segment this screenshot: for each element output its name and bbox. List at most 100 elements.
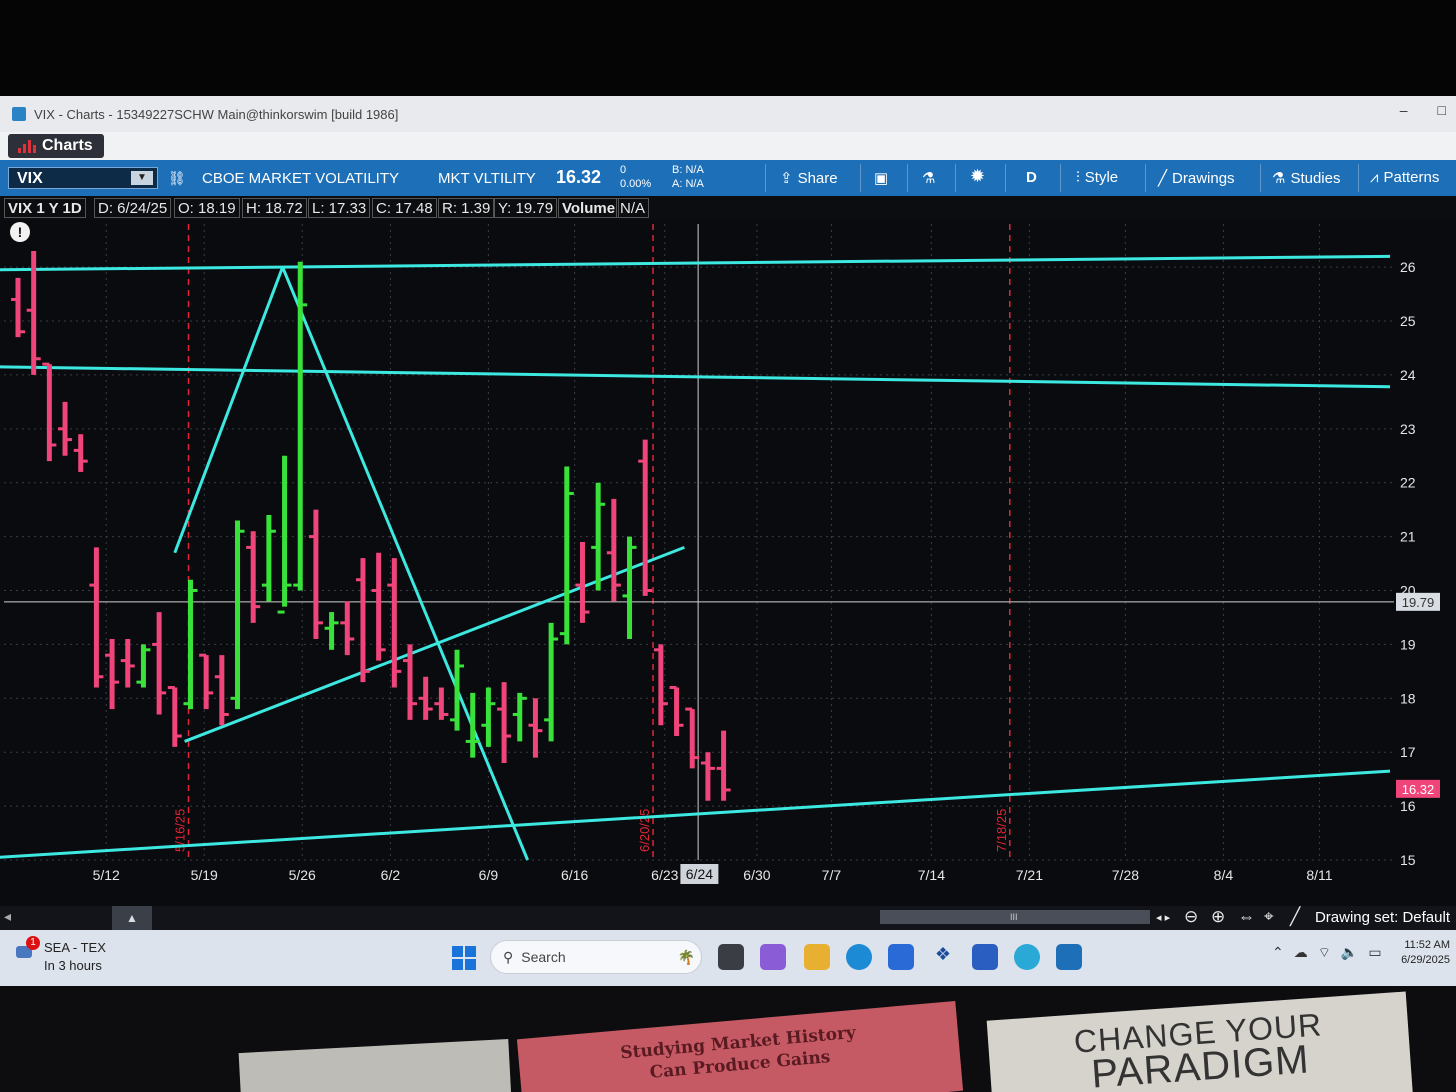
pan-icon[interactable]: ⇔ — [1238, 907, 1255, 927]
ohlc-bar — [638, 439, 653, 596]
task-view-icon[interactable] — [718, 944, 744, 970]
percent-change: 0.00% — [620, 178, 652, 190]
weather-icon: 1 — [14, 936, 40, 962]
app-icon[interactable] — [972, 944, 998, 970]
share-button[interactable]: ⇪ Share — [780, 169, 838, 188]
ohlc-bar — [606, 498, 621, 602]
weather-widget[interactable]: 1 SEA - TEX In 3 hours — [14, 936, 106, 973]
quote-info-row: VIX 1 Y 1D D: 6/24/25 O: 18.19 H: 18.72 … — [0, 196, 1456, 220]
expand-panel-button[interactable]: ▲ — [112, 906, 152, 930]
y-tick-label: 26 — [1400, 259, 1416, 275]
ohlc-bar — [512, 692, 527, 742]
dropbox-icon[interactable]: ❖ — [930, 944, 956, 970]
search-placeholder: Search — [521, 949, 566, 965]
wifi-icon[interactable]: ⌔ — [1318, 944, 1331, 962]
x-tick-label: 8/4 — [1214, 867, 1234, 883]
ohlc-bar — [214, 655, 229, 726]
event-marker-label: 7/18/25 — [994, 809, 1009, 852]
bid-value: B: N/A — [672, 164, 704, 176]
chart-bars-icon — [18, 139, 36, 153]
volume-value: N/A — [616, 198, 650, 218]
studies-button[interactable]: ⚗ Studies — [1272, 169, 1341, 188]
x-tick-label: 6/23 — [651, 867, 678, 883]
price-chart[interactable]: 15 16 17 18 19 20 21 22 23 24 25 26 5/16/25 6/20/25 7/… — [0, 220, 1456, 906]
y-tick-label: 21 — [1400, 529, 1416, 545]
edge-beta-icon[interactable] — [1014, 944, 1040, 970]
scroll-left-arrow-icon[interactable]: ◂ — [4, 908, 11, 925]
share-icon: ⇪ — [780, 170, 793, 187]
ohlc-bar — [42, 362, 57, 462]
clock-date: 6/29/2025 — [1401, 954, 1450, 966]
style-icon: ⫶ — [1076, 169, 1080, 186]
style-button[interactable]: ⫶ Style — [1076, 169, 1118, 186]
crosshair-icon[interactable]: ⌖ — [1264, 907, 1274, 927]
x-tick-label: 7/14 — [918, 867, 945, 883]
volume-icon[interactable]: 🔈 — [1341, 944, 1358, 962]
ohlc-bar — [293, 261, 308, 591]
y-tick-label: 25 — [1400, 313, 1416, 329]
drawing-set-label[interactable]: Drawing set: Default — [1315, 909, 1450, 926]
ohlc-bar — [324, 612, 339, 650]
cursor-price-label: 19.79 — [1402, 595, 1435, 610]
ohlc-bar — [73, 434, 88, 472]
ohlc-bar — [11, 277, 25, 338]
store-icon[interactable] — [888, 944, 914, 970]
notes-icon[interactable]: ▣ — [874, 169, 888, 187]
thinkorswim-taskbar-icon[interactable] — [1056, 944, 1082, 970]
ohlc-bar — [261, 515, 276, 602]
chevron-up-icon[interactable]: ⌃ — [1272, 944, 1284, 962]
x-tick-label: 7/7 — [822, 867, 842, 883]
file-explorer-icon[interactable] — [804, 944, 830, 970]
taskbar-clock[interactable]: 11:52 AM 6/29/2025 — [1401, 938, 1450, 968]
aggregation-button[interactable]: D — [1026, 169, 1037, 186]
minimize-icon[interactable]: – — [1400, 102, 1408, 118]
weather-line1: SEA - TEX — [44, 940, 106, 955]
windows-taskbar: 1 SEA - TEX In 3 hours ⚲ Search 🌴 ❖ ⌃ ☁ … — [0, 930, 1456, 986]
window-title-bar: VIX - Charts - 15349227SCHW Main@thinkor… — [0, 96, 1456, 132]
windows-start-icon[interactable] — [452, 946, 476, 970]
paper-sheet — [238, 1038, 512, 1092]
patterns-button[interactable]: ⩘ Patterns — [1370, 169, 1439, 186]
onedrive-icon[interactable]: ☁ — [1294, 944, 1308, 962]
ohlc-bar — [340, 601, 355, 656]
chevron-down-icon[interactable]: ▼ — [131, 171, 153, 185]
link-icon[interactable]: ⛓ — [168, 170, 186, 187]
window-controls: – □ — [1400, 102, 1446, 118]
tab-row: Charts — [0, 132, 1456, 160]
battery-icon[interactable]: ▭ — [1368, 944, 1381, 962]
style-label: Style — [1084, 169, 1119, 186]
volume-label[interactable]: Volume — [558, 198, 620, 218]
desk-area: Studying Market History Can Produce Gain… — [0, 986, 1456, 1092]
zoom-out-icon[interactable]: ⊖ — [1184, 907, 1198, 927]
scroll-arrows-icon[interactable]: ◂ ▸ — [1156, 911, 1170, 924]
bar-range: R: 1.39 — [438, 198, 495, 218]
maximize-icon[interactable]: □ — [1438, 102, 1446, 118]
x-tick-label: 7/28 — [1112, 867, 1139, 883]
flask-icon[interactable]: ⚗ — [922, 169, 935, 187]
ohlc-bar — [387, 558, 402, 688]
zoom-in-icon[interactable]: ⊕ — [1211, 907, 1225, 927]
ohlc-bar — [544, 622, 559, 742]
pencil-icon[interactable]: ╱ — [1290, 907, 1300, 927]
x-tick-label: 6/2 — [381, 867, 401, 883]
last-price-label: 16.32 — [1402, 782, 1435, 797]
y-tick-label: 17 — [1400, 744, 1416, 760]
chart-canvas[interactable]: 1516171819202122232425265/16/25 6/20/25 7/… — [0, 220, 1456, 906]
ohlc-bar — [308, 509, 323, 640]
taskbar-search[interactable]: ⚲ Search 🌴 — [490, 940, 702, 974]
drawings-button[interactable]: ╱ Drawings — [1158, 169, 1235, 188]
edge-icon[interactable] — [846, 944, 872, 970]
cursor-date-label: 6/24 — [686, 866, 713, 882]
copilot-icon[interactable] — [760, 944, 786, 970]
trend-line — [0, 365, 1391, 389]
patterns-label: Patterns — [1383, 169, 1440, 186]
flask-icon: ⚗ — [1272, 170, 1286, 187]
gear-icon[interactable]: ✹ — [970, 166, 985, 187]
clock-time: 11:52 AM — [1404, 939, 1450, 951]
notification-badge: 1 — [26, 936, 40, 950]
timeframe-label[interactable]: VIX 1 Y 1D — [4, 198, 86, 218]
chart-scrollbar[interactable]: III — [880, 910, 1150, 924]
symbol-selector[interactable]: VIX ▼ — [8, 167, 158, 189]
system-tray: ⌃ ☁ ⌔ 🔈 ▭ — [1272, 944, 1382, 962]
tab-charts[interactable]: Charts — [8, 134, 104, 158]
